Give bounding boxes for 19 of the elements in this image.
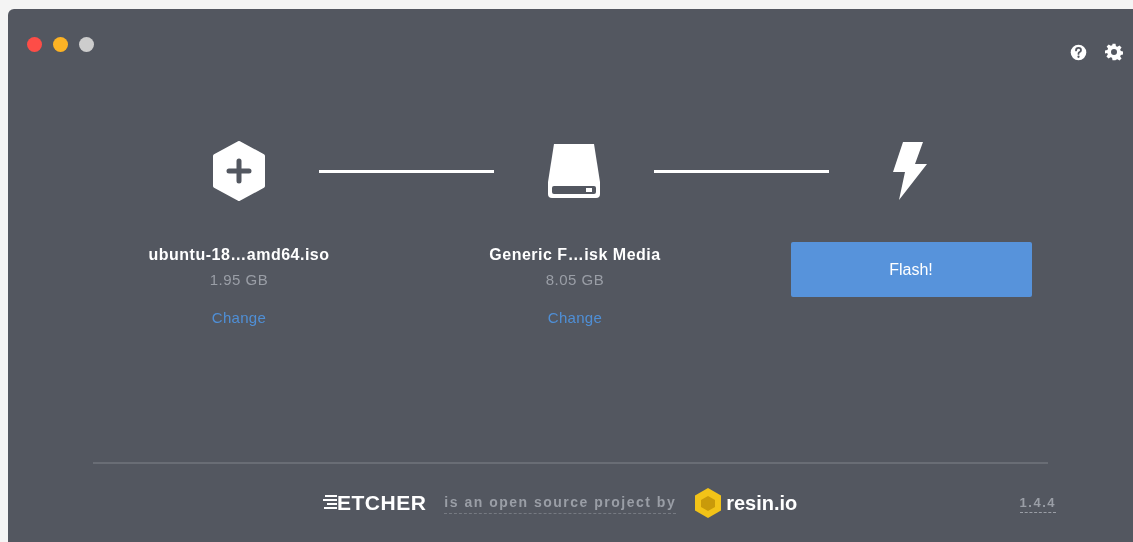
version-link[interactable]: 1.4.4 bbox=[1019, 492, 1056, 514]
cube-logo-icon bbox=[694, 487, 723, 519]
step-title: ubuntu-18…amd64.iso bbox=[148, 245, 330, 265]
step-size: 8.05 GB bbox=[545, 270, 605, 290]
plus-hexagon-icon bbox=[212, 141, 266, 201]
zoom-window-button[interactable] bbox=[79, 36, 94, 52]
speed-lines-icon bbox=[323, 494, 337, 512]
drive-icon bbox=[546, 142, 602, 200]
settings-icon[interactable] bbox=[1105, 43, 1123, 61]
resin-logo: resin.io bbox=[726, 491, 798, 516]
change-link[interactable]: Change bbox=[547, 308, 603, 328]
etcher-logo: ETCHER bbox=[337, 490, 427, 517]
help-icon[interactable] bbox=[1070, 43, 1087, 61]
step-size: 1.95 GB bbox=[209, 270, 269, 290]
tagline-link[interactable]: is an open source project by bbox=[444, 492, 677, 514]
change-link[interactable]: Change bbox=[211, 308, 267, 328]
step-title: Generic F…isk Media bbox=[489, 245, 661, 265]
flash-button[interactable]: Flash! bbox=[790, 242, 1032, 297]
minimize-window-button[interactable] bbox=[53, 36, 68, 52]
